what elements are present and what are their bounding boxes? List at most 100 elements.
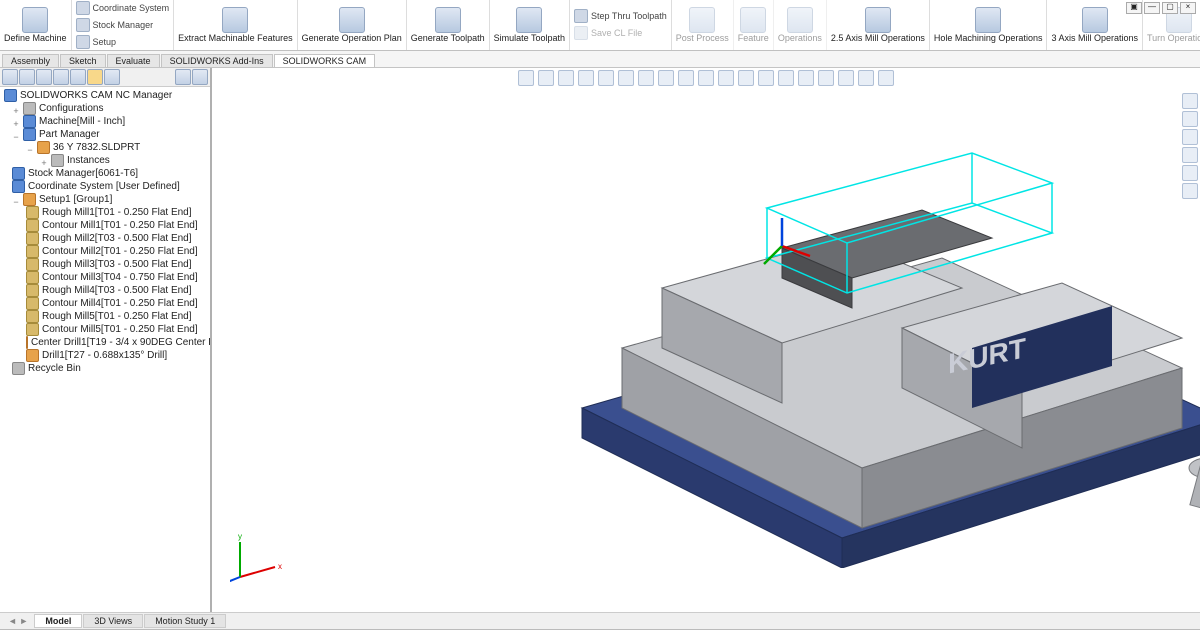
tree-op11[interactable]: Center Drill1[T19 - 3/4 x 90DEG Center D… (4, 336, 208, 349)
view-settings4-icon[interactable] (778, 70, 794, 86)
stock-icon (76, 18, 90, 32)
drill-op-icon (26, 349, 39, 362)
extract-icon (222, 7, 248, 33)
display-manager-tab[interactable] (70, 69, 86, 85)
generate-op-plan-button[interactable]: Generate Operation Plan (298, 0, 407, 50)
view-settings7-icon[interactable] (838, 70, 854, 86)
window-expand-button[interactable]: ▣ (1126, 2, 1142, 14)
taskpane-design-icon[interactable] (1182, 111, 1198, 127)
generate-toolpath-button[interactable]: Generate Toolpath (407, 0, 490, 50)
simulate-toolpath-button[interactable]: Simulate Toolpath (490, 0, 570, 50)
25axis-mill-button[interactable]: 2.5 Axis Mill Operations (827, 0, 930, 50)
view-pan-icon[interactable] (538, 70, 554, 86)
tree-op12[interactable]: Drill1[T27 - 0.688x135° Drill] (4, 349, 208, 362)
view-orient-icon[interactable] (598, 70, 614, 86)
setup-tree-icon (23, 193, 36, 206)
tree-op5[interactable]: Rough Mill3[T03 - 0.500 Flat End] (4, 258, 208, 271)
tree-op6[interactable]: Contour Mill3[T04 - 0.750 Flat End] (4, 271, 208, 284)
tree-op2[interactable]: Contour Mill1[T01 - 0.250 Flat End] (4, 219, 208, 232)
drill-op-icon (26, 336, 28, 349)
cam-op-tab[interactable] (104, 69, 120, 85)
feature-manager-pane: SOLIDWORKS CAM NC Manager +Configuration… (0, 68, 212, 612)
step-thru-button[interactable]: Step Thru Toolpath (574, 8, 667, 25)
mill-op-icon (26, 258, 39, 271)
window-maximize-button[interactable]: ▢ (1162, 2, 1178, 14)
setup-button[interactable]: Setup (76, 34, 117, 51)
operations-button[interactable]: Operations (774, 0, 827, 50)
define-machine-button[interactable]: Define Machine (0, 0, 72, 50)
taskpane-resources-icon[interactable] (1182, 93, 1198, 109)
view-settings5-icon[interactable] (798, 70, 814, 86)
view-section-icon[interactable] (578, 70, 594, 86)
tree-op4[interactable]: Contour Mill2[T01 - 0.250 Flat End] (4, 245, 208, 258)
view-settings-icon[interactable] (718, 70, 734, 86)
view-rotate-icon[interactable] (558, 70, 574, 86)
view-settings9-icon[interactable] (878, 70, 894, 86)
view-settings8-icon[interactable] (858, 70, 874, 86)
manager-icon (4, 89, 17, 102)
cam-tree-tab[interactable] (87, 69, 103, 85)
view-hide-icon[interactable] (638, 70, 654, 86)
step-save-group: Step Thru Toolpath Save CL File (570, 0, 672, 50)
tree-stock-manager[interactable]: Stock Manager[6061-T6] (4, 167, 208, 180)
cam-tree[interactable]: SOLIDWORKS CAM NC Manager +Configuration… (0, 87, 210, 612)
tree-op7[interactable]: Rough Mill4[T03 - 0.500 Flat End] (4, 284, 208, 297)
feature-manager-tab[interactable] (2, 69, 18, 85)
view-display-icon[interactable] (618, 70, 634, 86)
tree-machine[interactable]: +Machine[Mill - Inch] (4, 115, 208, 128)
coord-tree-icon (12, 180, 25, 193)
tab-model[interactable]: Model (34, 614, 82, 628)
extract-features-button[interactable]: Extract Machinable Features (174, 0, 298, 50)
view-triad[interactable]: x y (230, 527, 290, 587)
instances-icon (51, 154, 64, 167)
3d-viewport[interactable]: KURT (212, 68, 1200, 612)
tree-coord-system[interactable]: Coordinate System [User Defined] (4, 180, 208, 193)
view-scene-icon[interactable] (678, 70, 694, 86)
tree-op9[interactable]: Rough Mill5[T01 - 0.250 Flat End] (4, 310, 208, 323)
view-render-icon[interactable] (698, 70, 714, 86)
display-pane-tab[interactable] (175, 69, 191, 85)
view-zoom-icon[interactable] (518, 70, 534, 86)
config-manager-tab[interactable] (36, 69, 52, 85)
tab-motion-study[interactable]: Motion Study 1 (144, 614, 226, 628)
tree-recycle-bin[interactable]: Recycle Bin (4, 362, 208, 375)
tree-op8[interactable]: Contour Mill4[T01 - 0.250 Flat End] (4, 297, 208, 310)
tab-evaluate[interactable]: Evaluate (107, 54, 160, 67)
tree-instances[interactable]: +Instances (4, 154, 208, 167)
window-close-button[interactable]: × (1180, 2, 1196, 14)
tree-root[interactable]: SOLIDWORKS CAM NC Manager (4, 89, 208, 102)
hole-icon (975, 7, 1001, 33)
hole-machining-button[interactable]: Hole Machining Operations (930, 0, 1048, 50)
tab-3d-views[interactable]: 3D Views (83, 614, 143, 628)
property-manager-tab[interactable] (19, 69, 35, 85)
tree-op1[interactable]: Rough Mill1[T01 - 0.250 Flat End] (4, 206, 208, 219)
view-settings6-icon[interactable] (818, 70, 834, 86)
dimexpert-tab[interactable] (53, 69, 69, 85)
save-cl-button[interactable]: Save CL File (574, 25, 642, 42)
tab-sketch[interactable]: Sketch (60, 54, 106, 67)
tree-op3[interactable]: Rough Mill2[T03 - 0.500 Flat End] (4, 232, 208, 245)
tab-assembly[interactable]: Assembly (2, 54, 59, 67)
tree-op10[interactable]: Contour Mill5[T01 - 0.250 Flat End] (4, 323, 208, 336)
tree-configurations[interactable]: +Configurations (4, 102, 208, 115)
mill-op-icon (26, 310, 39, 323)
view-settings2-icon[interactable] (738, 70, 754, 86)
post-process-button[interactable]: Post Process (672, 0, 734, 50)
feature-icon (740, 7, 766, 33)
window-minimize-button[interactable]: — (1144, 2, 1160, 14)
view-appearance-icon[interactable] (658, 70, 674, 86)
tree-setup1[interactable]: −Setup1 [Group1] (4, 193, 208, 206)
filter-tab[interactable] (192, 69, 208, 85)
tree-part-file[interactable]: −36 Y 7832.SLDPRT (4, 141, 208, 154)
coordinate-system-button[interactable]: Coordinate System (76, 0, 170, 17)
svg-text:x: x (278, 562, 282, 571)
setup-group: Coordinate System Stock Manager Setup (72, 0, 175, 50)
tab-addins[interactable]: SOLIDWORKS Add-Ins (161, 54, 273, 67)
manager-tab-toolbar (0, 68, 210, 87)
stock-manager-button[interactable]: Stock Manager (76, 17, 154, 34)
view-settings3-icon[interactable] (758, 70, 774, 86)
tab-solidworks-cam[interactable]: SOLIDWORKS CAM (274, 54, 376, 67)
mill-op-icon (26, 232, 39, 245)
feature-button[interactable]: Feature (734, 0, 774, 50)
tree-part-manager[interactable]: −Part Manager (4, 128, 208, 141)
